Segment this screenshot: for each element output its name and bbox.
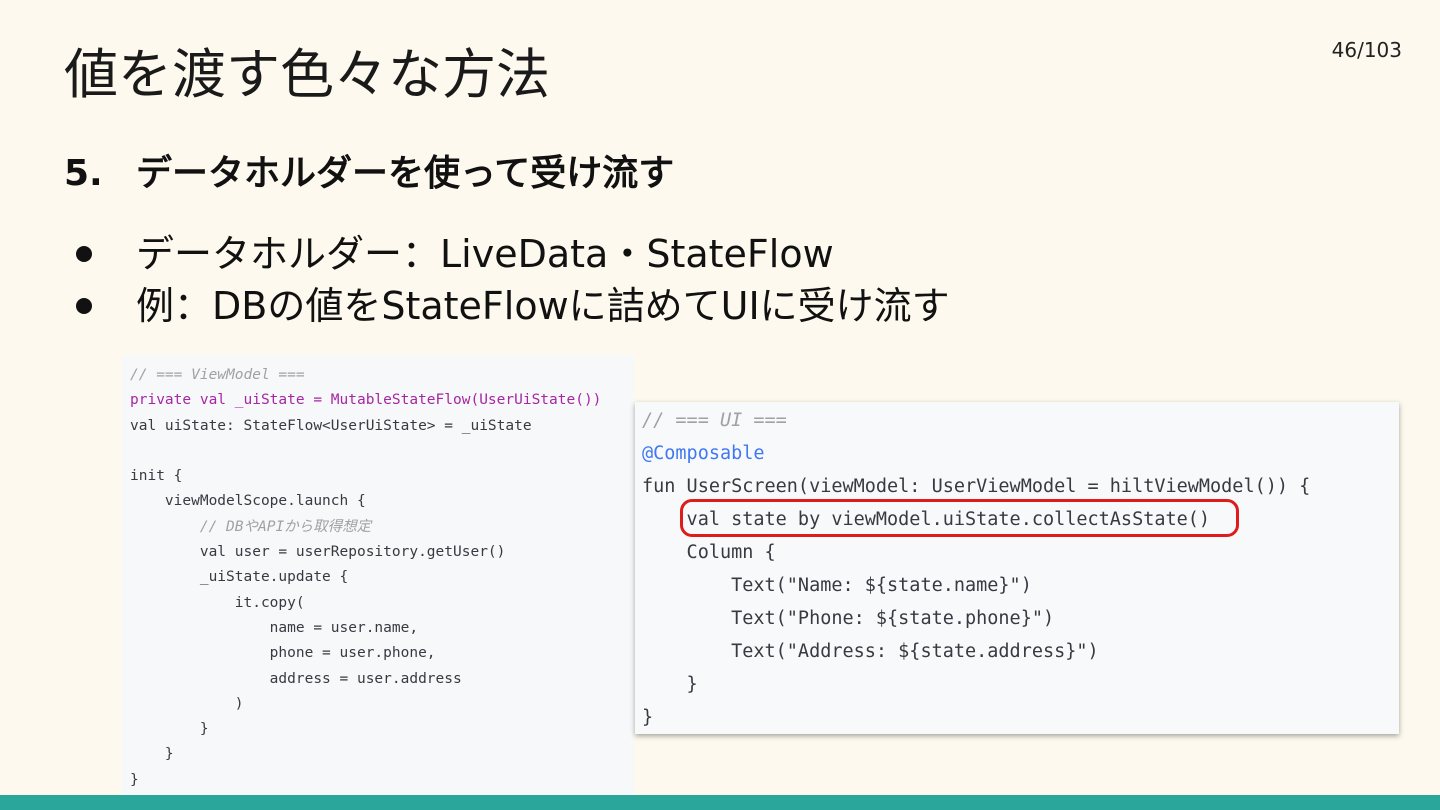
heading-number: 5. bbox=[64, 153, 103, 194]
ui-code-block: // === UI === @Composable fun UserScreen… bbox=[635, 402, 1399, 734]
code-line: Text("Name: ${state.name}") bbox=[642, 575, 1032, 596]
code-line: init { bbox=[130, 468, 183, 485]
highlight-box bbox=[680, 499, 1239, 537]
code-line: } bbox=[642, 674, 698, 695]
code-line: val uiState: StateFlow<UserUiState> = _u… bbox=[130, 417, 532, 434]
code-line: } bbox=[130, 721, 209, 738]
code-line: // === ViewModel === bbox=[130, 367, 305, 383]
page-number: 46/103 bbox=[1331, 38, 1402, 62]
code-line: val user = userRepository.getUser() bbox=[130, 544, 506, 561]
code-line: } bbox=[130, 771, 139, 788]
code-line: it.copy( bbox=[130, 594, 305, 611]
code-line: Column { bbox=[642, 542, 776, 563]
code-line: // DBやAPIから取得想定 bbox=[130, 518, 372, 535]
code-line: Text("Address: ${state.address}") bbox=[642, 641, 1099, 662]
bullet-item: 例：DBの値をStateFlowに詰めてUIに受け流す bbox=[76, 280, 950, 332]
code-line: viewModelScope.launch { bbox=[130, 493, 366, 510]
code-line: phone = user.phone, bbox=[130, 645, 436, 662]
bullet-dot-icon bbox=[76, 298, 92, 314]
bullet-text: データホルダー：LiveData・StateFlow bbox=[136, 232, 834, 276]
bullet-list: データホルダー：LiveData・StateFlow 例：DBの値をStateF… bbox=[76, 228, 950, 332]
heading-text: データホルダーを使って受け流す bbox=[136, 153, 675, 194]
code-line: Text("Phone: ${state.phone}") bbox=[642, 608, 1055, 629]
slide-title: 値を渡す色々な方法 bbox=[64, 43, 550, 106]
bullet-item: データホルダー：LiveData・StateFlow bbox=[76, 228, 950, 280]
code-line: // === UI === bbox=[642, 410, 787, 431]
code-line: @Composable bbox=[642, 443, 765, 464]
code-line: _uiState.update { bbox=[130, 569, 349, 586]
footer-bar bbox=[0, 795, 1440, 810]
bullet-text: 例：DBの値をStateFlowに詰めてUIに受け流す bbox=[136, 284, 950, 328]
code-line: ) bbox=[130, 695, 244, 712]
viewmodel-code-block: // === ViewModel === private val _uiStat… bbox=[122, 355, 634, 795]
code-line: name = user.name, bbox=[130, 619, 419, 636]
code-line: address = user.address bbox=[130, 670, 462, 687]
code-line: } bbox=[130, 746, 174, 763]
code-line: } bbox=[642, 707, 654, 728]
code-line: private val _uiState = MutableStateFlow(… bbox=[130, 392, 602, 409]
section-heading: 5. データホルダーを使って受け流す bbox=[64, 152, 674, 195]
bullet-dot-icon bbox=[76, 246, 92, 262]
